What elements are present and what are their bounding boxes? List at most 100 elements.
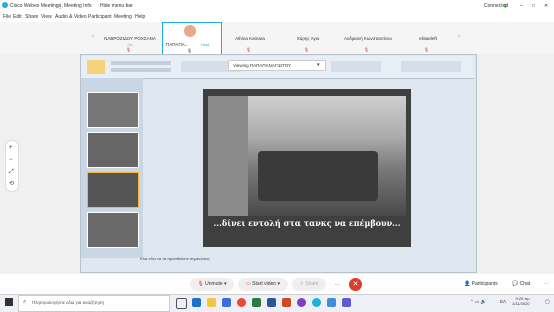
menu-meeting[interactable]: Meeting bbox=[114, 14, 132, 20]
start-video-label: Start video bbox=[252, 281, 277, 287]
chevron-down-icon: ▾ bbox=[224, 281, 227, 287]
menu-bar: File Edit Share View Audio & Video Parti… bbox=[0, 12, 554, 22]
participant-tile[interactable]: Χάρης Αγιο 🎙 bbox=[280, 22, 336, 53]
unmute-button[interactable]: 🎙 Unmute ▾ bbox=[190, 278, 234, 291]
menu-file[interactable]: File bbox=[3, 14, 11, 20]
participant-tile-active[interactable]: ΠΑΠΑΠΑ... Host 🎙 bbox=[162, 22, 222, 55]
video-off-icon: ▭ bbox=[246, 281, 251, 287]
menu-view[interactable]: View bbox=[41, 14, 52, 20]
title-bar: Cisco Webex Meetings ⓘ Meeting Info Hide… bbox=[0, 0, 554, 12]
scroll-right-icon[interactable]: › bbox=[458, 34, 460, 40]
webex-logo-icon bbox=[2, 2, 8, 8]
word-icon[interactable] bbox=[267, 298, 276, 307]
tray-icons[interactable]: ⌃ ▭ 🔊 bbox=[470, 299, 486, 305]
notifications-icon[interactable]: ▢ bbox=[545, 299, 550, 305]
tank-image bbox=[258, 151, 378, 201]
muted-mic-icon: 🎙 bbox=[424, 47, 430, 52]
language-indicator[interactable]: ΕΛ bbox=[500, 299, 506, 304]
task-view-icon[interactable] bbox=[176, 298, 187, 309]
zoom-in-icon[interactable]: + bbox=[9, 145, 13, 151]
signal-icon: ▮ bbox=[504, 3, 507, 9]
slide-thumbnail[interactable] bbox=[87, 132, 139, 168]
ribbon-group bbox=[401, 61, 461, 72]
webex-taskbar-icon[interactable] bbox=[312, 298, 321, 307]
end-meeting-button[interactable]: ✕ bbox=[349, 278, 362, 291]
participants-label: Participants bbox=[471, 281, 498, 287]
maximize-icon[interactable]: □ bbox=[532, 3, 535, 9]
meeting-info-button[interactable]: Meeting Info bbox=[64, 3, 92, 9]
close-icon[interactable]: ✕ bbox=[544, 3, 548, 9]
store-icon[interactable] bbox=[222, 298, 231, 307]
slide-thumbnail-selected[interactable] bbox=[87, 172, 139, 208]
scroll-left-icon[interactable]: ‹ bbox=[92, 34, 94, 40]
participant-role: Host bbox=[200, 42, 210, 47]
participant-strip: ‹ ΝΑΒΡΟΖΙΔΟΥ ΡΟΧΣΑΝΑ Go 🎙 ΠΑΠΑΠΑ... Host… bbox=[0, 22, 554, 55]
participant-tile[interactable]: ΝΑΒΡΟΖΙΔΟΥ ΡΟΧΣΑΝΑ Go 🎙 bbox=[100, 22, 160, 53]
chat-label: Chat bbox=[519, 281, 531, 287]
participants-icon: 👤 bbox=[464, 281, 471, 287]
powerpoint-icon[interactable] bbox=[282, 298, 291, 307]
windows-start-icon[interactable] bbox=[5, 298, 13, 306]
avatar bbox=[184, 25, 196, 37]
app-icon[interactable] bbox=[342, 298, 351, 307]
ribbon-group bbox=[111, 61, 171, 65]
participant-name: ΠΑΠΑΠΑ... bbox=[166, 42, 189, 47]
participant-name: ΝΑΒΡΟΖΙΔΟΥ ΡΟΧΣΑΝΑ bbox=[104, 36, 156, 41]
menu-share[interactable]: Share bbox=[25, 14, 38, 20]
participant-name: Ανδριανή Κωνσταντίνου bbox=[344, 36, 392, 41]
file-explorer-icon[interactable] bbox=[207, 298, 216, 307]
hide-menu-bar-button[interactable]: Hide menu bar bbox=[100, 3, 133, 9]
muted-mic-icon: 🎙 bbox=[197, 281, 204, 287]
clock-date: 1/11/2020 bbox=[512, 301, 530, 306]
viewing-banner: Viewing ΠΑΠΑΠΑΝΑΓΙΩΤΟΥ ▾ bbox=[228, 60, 326, 71]
participant-tile[interactable]: Ανδριανή Κωνσταντίνου 🎙 bbox=[338, 22, 398, 53]
taskbar-search[interactable]: ⌕ Πληκτρολογήστε εδώ για αναζήτηση bbox=[18, 295, 170, 312]
participant-name: elisaeleft bbox=[419, 36, 437, 41]
chat-button[interactable]: 💬 Chat bbox=[512, 281, 530, 287]
menu-audio-video[interactable]: Audio & Video bbox=[55, 14, 87, 20]
mic-icon: 🎙 bbox=[187, 48, 193, 53]
slide-caption: ...δίνει εντολή στα τανκς να επέμβουν... bbox=[213, 218, 401, 228]
clock[interactable]: 9:29 πμ 1/11/2020 bbox=[512, 296, 530, 306]
app-icon[interactable] bbox=[327, 298, 336, 307]
chat-icon: 💬 bbox=[512, 281, 519, 287]
participant-tile[interactable]: Athina Kamara 🎙 bbox=[222, 22, 278, 53]
muted-mic-icon: 🎙 bbox=[364, 47, 370, 52]
slide-photo bbox=[208, 96, 406, 216]
ribbon-group bbox=[111, 68, 171, 72]
edge-icon[interactable] bbox=[192, 298, 201, 307]
menu-participant[interactable]: Participant bbox=[88, 14, 112, 20]
participant-tile[interactable]: elisaeleft 🎙 bbox=[400, 22, 456, 53]
minimize-icon[interactable]: – bbox=[520, 3, 523, 9]
share-button[interactable]: ⇪ Share bbox=[292, 278, 326, 291]
slide-thumbnails bbox=[81, 78, 143, 258]
viewing-label: Viewing ΠΑΠΑΠΑΝΑΓΙΩΤΟΥ bbox=[233, 63, 292, 68]
more-options-button[interactable]: … bbox=[330, 278, 344, 291]
participant-name: Athina Kamara bbox=[235, 36, 265, 41]
chevron-down-icon[interactable]: ▾ bbox=[317, 62, 320, 68]
rotate-icon[interactable]: ⟲ bbox=[9, 180, 14, 187]
share-icon: ⇪ bbox=[299, 281, 304, 287]
excel-icon[interactable] bbox=[252, 298, 261, 307]
ribbon-group bbox=[331, 61, 381, 72]
building-image bbox=[208, 96, 248, 216]
search-placeholder: Πληκτρολογήστε εδώ για αναζήτηση bbox=[32, 300, 105, 305]
notes-placeholder[interactable]: Κλικ εδώ να τα προσθέσετε σημειώσεις bbox=[140, 256, 210, 261]
start-video-button[interactable]: ▭ Start video ▾ bbox=[238, 278, 288, 291]
slide-thumbnail[interactable] bbox=[87, 212, 139, 248]
view-tools: + − ⤢ ⟲ bbox=[5, 140, 19, 192]
menu-help[interactable]: Help bbox=[135, 14, 145, 20]
zoom-out-icon[interactable]: − bbox=[9, 157, 13, 163]
participants-button[interactable]: 👤 Participants bbox=[464, 281, 498, 287]
fit-screen-icon[interactable]: ⤢ bbox=[9, 169, 14, 176]
chrome-icon[interactable] bbox=[237, 298, 246, 307]
muted-mic-icon: 🎙 bbox=[246, 47, 252, 52]
meeting-controls: 🎙 Unmute ▾ ▭ Start video ▾ ⇪ Share … 👤 P… bbox=[0, 274, 554, 294]
chevron-down-icon: ▾ bbox=[277, 281, 280, 287]
slide-thumbnail[interactable] bbox=[87, 92, 139, 128]
share-label: Share bbox=[305, 281, 319, 287]
app-icon[interactable] bbox=[297, 298, 306, 307]
participant-name: Χάρης Αγιο bbox=[296, 36, 320, 41]
more-icon[interactable]: ⋯ bbox=[544, 281, 549, 287]
menu-edit[interactable]: Edit bbox=[13, 14, 22, 20]
